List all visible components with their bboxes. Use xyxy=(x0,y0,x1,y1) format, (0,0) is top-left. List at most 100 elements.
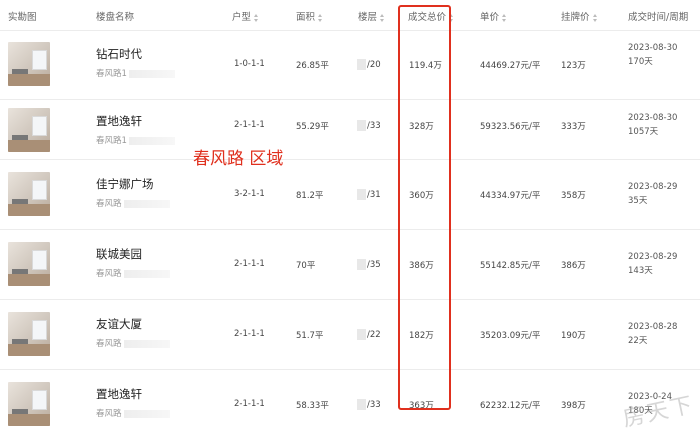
community-address: 春风路 xyxy=(96,407,170,419)
col-area-sort[interactable]: 面积 xyxy=(296,9,323,23)
unit-price-value: 44334.97元/平 xyxy=(480,191,541,201)
floor-value: /33 xyxy=(357,120,381,131)
deal-date: 2023-08-30 xyxy=(628,43,678,53)
floor-text: /20 xyxy=(367,60,381,70)
sort-icon xyxy=(318,13,323,22)
area-value: 26.85平 xyxy=(296,61,329,71)
table-row[interactable]: 佳宁娜广场 春风路 3-2-1-1 81.2平 /31 360万 44334.9… xyxy=(0,160,700,230)
address-text: 春风路1 xyxy=(96,69,127,79)
community-address: 春风路1 xyxy=(96,67,175,79)
redacted-floor xyxy=(357,59,366,70)
floor-value: /31 xyxy=(357,189,381,200)
deal-cycle: 22天 xyxy=(628,336,648,346)
deal-cycle: 1057天 xyxy=(628,127,659,137)
unit-price-value: 35203.09元/平 xyxy=(480,331,541,341)
layout-value: 2-1-1-1 xyxy=(234,120,265,130)
sort-icon xyxy=(502,13,507,22)
col-area-label: 面积 xyxy=(296,12,316,23)
floor-value: /20 xyxy=(357,59,381,70)
redacted-floor xyxy=(357,189,366,200)
deal-cycle: 170天 xyxy=(628,57,653,67)
table-row[interactable]: 置地逸轩 春风路 2-1-1-1 58.33平 /33 363万 62232.1… xyxy=(0,370,700,430)
floor-text: /35 xyxy=(367,260,381,270)
redacted-floor xyxy=(357,329,366,340)
sort-icon xyxy=(380,13,385,22)
redacted-text xyxy=(123,269,170,278)
community-address: 春风路1 xyxy=(96,134,175,146)
redacted-text xyxy=(128,69,175,78)
community-name[interactable]: 置地逸轩 xyxy=(96,386,142,402)
address-text: 春风路 xyxy=(96,409,122,419)
redacted-floor xyxy=(357,399,366,410)
address-text: 春风路 xyxy=(96,269,122,279)
community-name[interactable]: 友谊大厦 xyxy=(96,316,142,332)
sort-icon xyxy=(254,13,259,22)
total-price-value: 119.4万 xyxy=(409,61,442,71)
property-photo[interactable] xyxy=(8,172,50,216)
redacted-text xyxy=(128,136,175,145)
col-total-price-sort[interactable]: 成交总价 xyxy=(408,9,454,23)
col-unit-price-label: 单价 xyxy=(480,12,500,23)
property-photo[interactable] xyxy=(8,382,50,426)
layout-value: 2-1-1-1 xyxy=(234,329,265,339)
list-price-value: 123万 xyxy=(561,61,586,71)
col-layout-sort[interactable]: 户型 xyxy=(232,9,259,23)
property-photo[interactable] xyxy=(8,108,50,152)
deal-date: 2023-08-29 xyxy=(628,252,678,262)
address-text: 春风路 xyxy=(96,199,122,209)
address-text: 春风路1 xyxy=(96,136,127,146)
redacted-floor xyxy=(357,120,366,131)
property-photo[interactable] xyxy=(8,42,50,86)
layout-value: 2-1-1-1 xyxy=(234,399,265,409)
col-photo: 实勘图 xyxy=(8,12,37,23)
region-annotation: 春风路 区域 xyxy=(193,149,284,169)
community-name[interactable]: 钻石时代 xyxy=(96,46,142,62)
address-text: 春风路 xyxy=(96,339,122,349)
list-price-value: 398万 xyxy=(561,401,586,411)
floor-text: /33 xyxy=(367,121,381,131)
list-price-value: 386万 xyxy=(561,261,586,271)
table-row[interactable]: 联城美园 春风路 2-1-1-1 70平 /35 386万 55142.85元/… xyxy=(0,230,700,300)
list-price-value: 190万 xyxy=(561,331,586,341)
floor-text: /22 xyxy=(367,330,381,340)
property-photo[interactable] xyxy=(8,242,50,286)
col-unit-price-sort[interactable]: 单价 xyxy=(480,9,507,23)
community-name[interactable]: 联城美园 xyxy=(96,246,142,262)
total-price-value: 363万 xyxy=(409,401,434,411)
table-row[interactable]: 置地逸轩 春风路1 2-1-1-1 55.29平 /33 328万 59323.… xyxy=(0,100,700,160)
total-price-value: 386万 xyxy=(409,261,434,271)
floor-text: /33 xyxy=(367,400,381,410)
deal-date: 2023-08-29 xyxy=(628,182,678,192)
layout-value: 3-2-1-1 xyxy=(234,189,265,199)
table-row[interactable]: 友谊大厦 春风路 2-1-1-1 51.7平 /22 182万 35203.09… xyxy=(0,300,700,370)
redacted-text xyxy=(123,339,170,348)
deal-cycle: 143天 xyxy=(628,266,653,276)
deal-date: 2023-08-30 xyxy=(628,113,678,123)
col-total-price-label: 成交总价 xyxy=(408,12,447,23)
col-deal-time: 成交时间/周期 xyxy=(628,12,689,23)
community-address: 春风路 xyxy=(96,197,170,209)
table-row[interactable]: 钻石时代 春风路1 1-0-1-1 26.85平 /20 119.4万 4446… xyxy=(0,30,700,100)
col-list-price-sort[interactable]: 挂牌价 xyxy=(561,9,598,23)
deal-date: 2023-08-28 xyxy=(628,322,678,332)
col-floor-sort[interactable]: 楼层 xyxy=(358,9,385,23)
unit-price-value: 62232.12元/平 xyxy=(480,401,541,411)
total-price-value: 328万 xyxy=(409,122,434,132)
community-address: 春风路 xyxy=(96,267,170,279)
area-value: 55.29平 xyxy=(296,122,329,132)
list-price-value: 358万 xyxy=(561,191,586,201)
property-photo[interactable] xyxy=(8,312,50,356)
area-value: 81.2平 xyxy=(296,191,324,201)
area-value: 51.7平 xyxy=(296,331,324,341)
col-community: 楼盘名称 xyxy=(96,12,135,23)
unit-price-value: 55142.85元/平 xyxy=(480,261,541,271)
unit-price-value: 44469.27元/平 xyxy=(480,61,541,71)
sort-icon xyxy=(449,13,454,22)
table-header: 实勘图 楼盘名称 户型 面积 楼层 成交总价 单价 挂牌价 成交时间/周期 xyxy=(0,0,700,31)
redacted-floor xyxy=(357,259,366,270)
deal-cycle: 35天 xyxy=(628,196,648,206)
community-name[interactable]: 佳宁娜广场 xyxy=(96,176,154,192)
total-price-value: 182万 xyxy=(409,331,434,341)
community-name[interactable]: 置地逸轩 xyxy=(96,113,142,129)
floor-value: /35 xyxy=(357,259,381,270)
